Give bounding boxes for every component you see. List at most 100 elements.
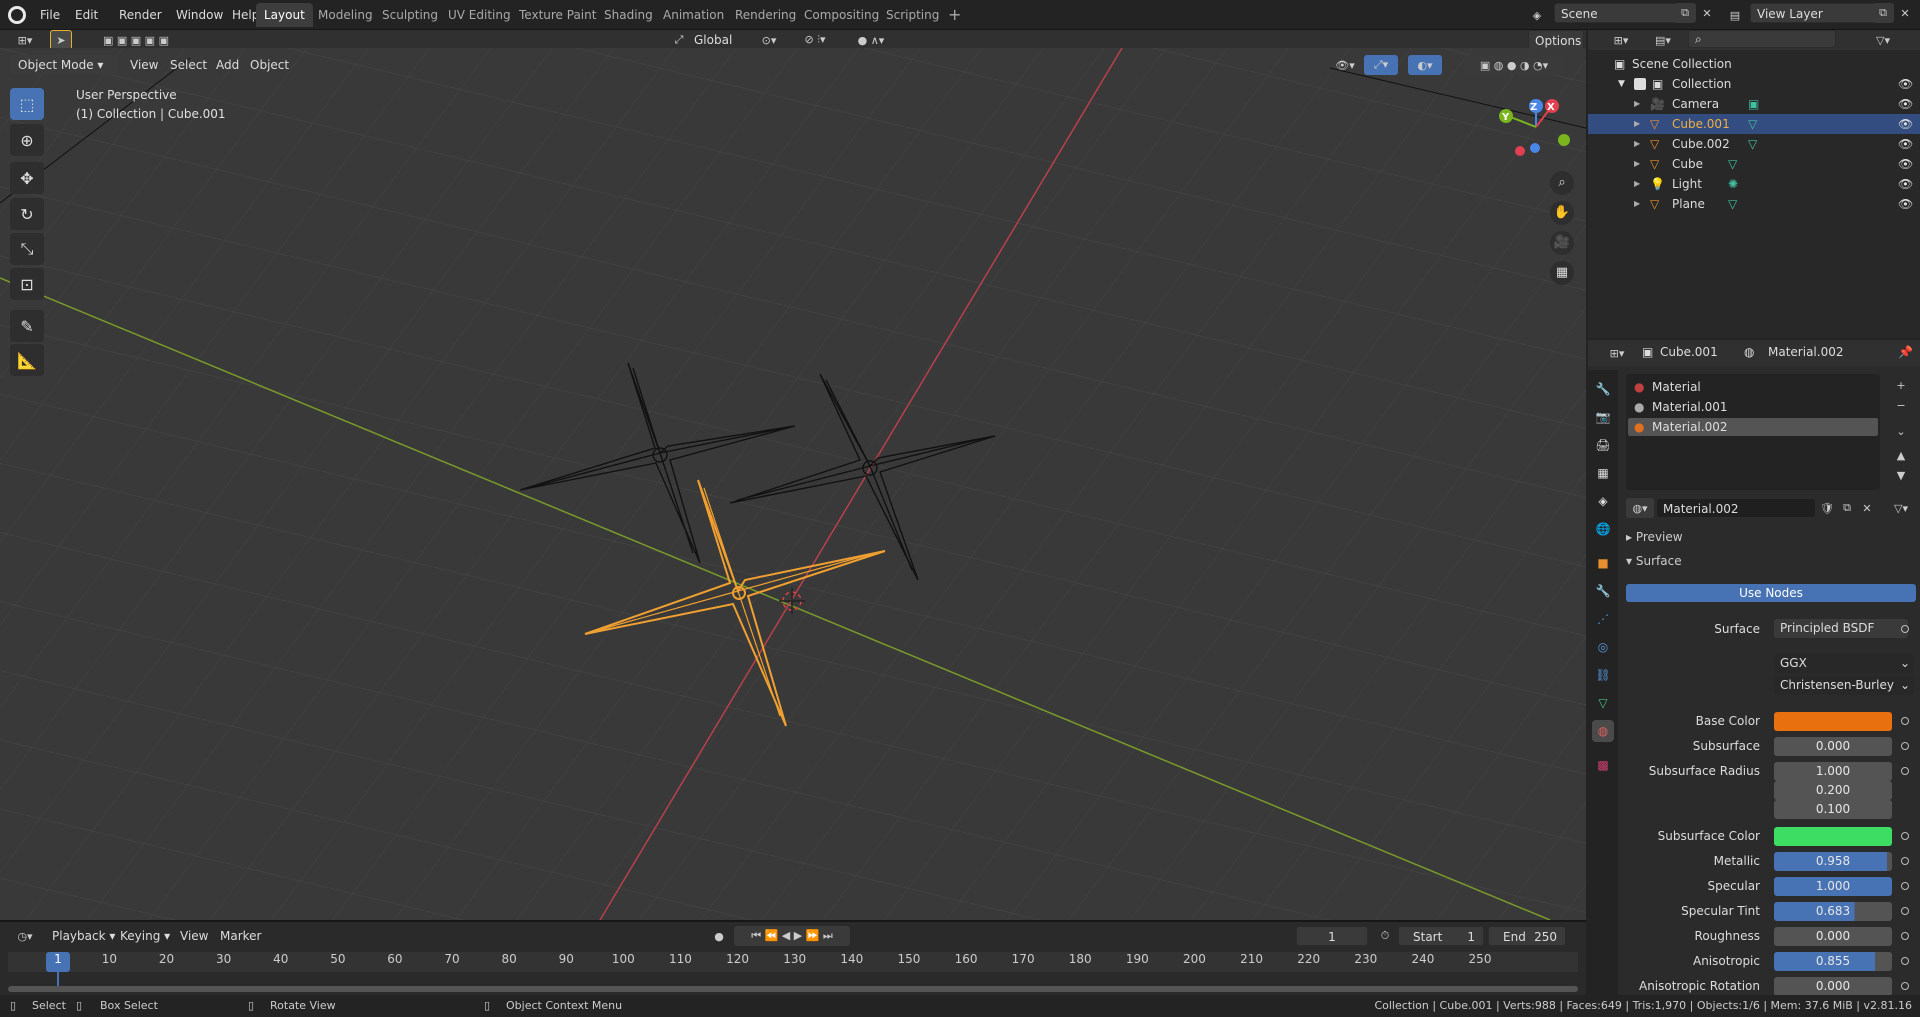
properties-editor-icon[interactable]: ⊞▾ <box>1602 343 1632 363</box>
gizmo-y-label[interactable]: Y <box>1502 112 1509 123</box>
property-field[interactable]: 1.000 <box>1774 762 1892 781</box>
property-field[interactable]: 0.855 <box>1774 952 1892 971</box>
viewport-menu-view[interactable]: View <box>124 55 164 75</box>
duplicate-material-icon[interactable]: ⧉ <box>1838 498 1856 518</box>
tab-animation[interactable]: Animation <box>655 3 732 27</box>
tab-uv-editing[interactable]: UV Editing <box>440 3 519 27</box>
pan-hand-icon[interactable]: ✋ <box>1550 201 1574 225</box>
add-workspace-icon[interactable]: + <box>940 3 969 27</box>
delete-scene-icon[interactable]: ✕ <box>1696 3 1718 23</box>
timeline-menu-marker[interactable]: Marker <box>214 926 267 946</box>
eye-icon[interactable]: 👁 <box>1898 94 1913 114</box>
property-field[interactable]: 0.683 <box>1774 902 1892 921</box>
checkbox-icon[interactable] <box>1634 78 1646 90</box>
scene-icon[interactable]: ◈ <box>1526 5 1548 25</box>
mesh-data-icon[interactable]: ▽ <box>1728 154 1737 174</box>
options-dropdown[interactable]: Options <box>1528 30 1584 50</box>
link-type-icon[interactable]: ▽▾ <box>1886 498 1916 518</box>
gizmo-toggle-icon[interactable]: ⤢▾ <box>1364 55 1398 75</box>
view-layer-icon[interactable]: ▤ <box>1724 5 1746 25</box>
property-field[interactable]: 0.000 <box>1774 737 1892 756</box>
property-field[interactable]: 0.000 <box>1774 977 1892 996</box>
move-down-icon[interactable]: ▼ <box>1892 466 1910 484</box>
shading-mode-icons[interactable]: ▣ ◍ ● ◑ ◔▾ <box>1464 55 1564 75</box>
physics-tab-icon[interactable]: ◎ <box>1592 636 1614 658</box>
3d-viewport[interactable]: Z X Y User Perspective (1) Collection | … <box>0 48 1586 920</box>
camera-data-icon[interactable]: ▣ <box>1748 94 1759 114</box>
constraints-tab-icon[interactable]: ⛓ <box>1592 664 1614 686</box>
expand-arrow-icon[interactable]: ▶ <box>1634 134 1640 154</box>
property-field[interactable]: 0.000 <box>1774 927 1892 946</box>
delete-view-layer-icon[interactable]: ✕ <box>1894 3 1916 23</box>
socket-icon[interactable] <box>1901 832 1909 840</box>
slot-menu-icon[interactable]: ⌄ <box>1892 422 1910 440</box>
stopwatch-icon[interactable]: ⏱ <box>1374 926 1396 946</box>
modifier-tab-icon[interactable]: 🔧 <box>1592 580 1614 602</box>
socket-icon[interactable] <box>1901 717 1909 725</box>
fake-user-icon[interactable]: 🛡 <box>1818 498 1836 518</box>
expand-arrow-icon[interactable]: ▶ <box>1634 114 1640 134</box>
tab-shading[interactable]: Shading <box>596 3 661 27</box>
socket-icon[interactable] <box>1901 742 1909 750</box>
record-icon[interactable]: ● <box>708 926 730 946</box>
tab-rendering[interactable]: Rendering <box>727 3 804 27</box>
subsurface-method-dropdown[interactable]: Christensen-Burley ⌄ <box>1774 676 1914 695</box>
timeline-scrollbar[interactable] <box>8 986 1578 992</box>
tab-texture-paint[interactable]: Texture Paint <box>511 3 604 27</box>
select-box-tool-icon[interactable]: ⬚ <box>10 88 44 120</box>
data-tab-icon[interactable]: ▽ <box>1592 692 1614 714</box>
viewport-menu-add[interactable]: Add <box>210 55 245 75</box>
eye-icon[interactable]: 👁 <box>1898 74 1913 94</box>
eye-icon[interactable]: 👁 <box>1898 154 1913 174</box>
mesh-data-icon[interactable]: ▽ <box>1728 194 1737 214</box>
expand-arrow-icon[interactable]: ▼ <box>1618 74 1625 94</box>
socket-icon[interactable] <box>1901 957 1909 965</box>
view-layer-field[interactable]: View Layer <box>1750 3 1880 23</box>
timeline-menu-playback[interactable]: Playback ▾ <box>46 926 121 946</box>
socket-icon[interactable] <box>1901 932 1909 940</box>
visibility-icon[interactable]: 👁▾ <box>1330 55 1360 75</box>
transform-tool-icon[interactable]: ⊡ <box>10 268 44 300</box>
ortho-grid-icon[interactable]: ▦ <box>1550 261 1574 285</box>
menu-render[interactable]: Render <box>113 5 168 25</box>
render-tab-icon[interactable]: 📷 <box>1592 406 1614 428</box>
outliner-row-cube-001[interactable]: ▶ ▽ Cube.001 ▽ 👁 <box>1588 114 1920 134</box>
remove-slot-icon[interactable]: − <box>1892 396 1910 414</box>
start-frame-field[interactable]: Start 1 <box>1398 926 1484 946</box>
world-tab-icon[interactable]: 🌐 <box>1592 518 1614 540</box>
selection-mode-icons[interactable]: ▣ ▣ ▣ ▣ ▣ <box>88 30 184 50</box>
select-tool-icon[interactable]: ➤ <box>50 30 72 50</box>
object-tab-icon[interactable]: ■ <box>1592 552 1614 574</box>
tab-modeling[interactable]: Modeling <box>310 3 381 27</box>
property-field[interactable]: 0.958 <box>1774 852 1892 871</box>
mesh-data-icon[interactable]: ▽ <box>1748 114 1757 134</box>
expand-arrow-icon[interactable]: ▶ <box>1634 154 1640 174</box>
editor-type-icon[interactable]: ⊞▾ <box>8 30 42 50</box>
new-scene-icon[interactable]: ⧉ <box>1674 3 1696 23</box>
menu-edit[interactable]: Edit <box>69 5 104 25</box>
timeline-menu-keying[interactable]: Keying ▾ <box>114 926 176 946</box>
eye-icon[interactable]: 👁 <box>1898 134 1913 154</box>
outliner-editor-icon[interactable]: ⊞▾ <box>1606 30 1636 50</box>
eye-icon[interactable]: 👁 <box>1898 114 1913 134</box>
end-frame-field[interactable]: End 250 <box>1488 926 1566 946</box>
pin-icon[interactable]: 📌 <box>1898 345 1913 359</box>
socket-icon[interactable] <box>1901 907 1909 915</box>
property-field[interactable] <box>1774 712 1892 731</box>
pivot-icon[interactable]: ⊙▾ <box>752 30 786 50</box>
transform-orientation-icon[interactable]: ⤢ <box>668 30 690 50</box>
measure-tool-icon[interactable]: 📐 <box>10 344 44 376</box>
distribution-dropdown[interactable]: GGX ⌄ <box>1774 654 1914 673</box>
playback-controls[interactable]: ⏮ ⏪ ◀ ▶ ⏩ ⏭ <box>734 926 850 946</box>
proportional-edit-icon[interactable]: ● ∧▾ <box>846 30 896 50</box>
move-up-icon[interactable]: ▲ <box>1892 446 1910 464</box>
material-slot-item[interactable]: ● Material.002 <box>1628 418 1878 436</box>
rotate-tool-icon[interactable]: ↻ <box>10 198 44 230</box>
viewport-menu-object[interactable]: Object <box>244 55 295 75</box>
eye-icon[interactable]: 👁 <box>1898 174 1913 194</box>
scene-field[interactable]: Scene <box>1554 3 1694 23</box>
tab-layout[interactable]: Layout <box>256 3 313 27</box>
menu-file[interactable]: File <box>34 5 66 25</box>
socket-icon[interactable] <box>1901 982 1909 990</box>
eye-icon[interactable]: 👁 <box>1898 194 1913 214</box>
